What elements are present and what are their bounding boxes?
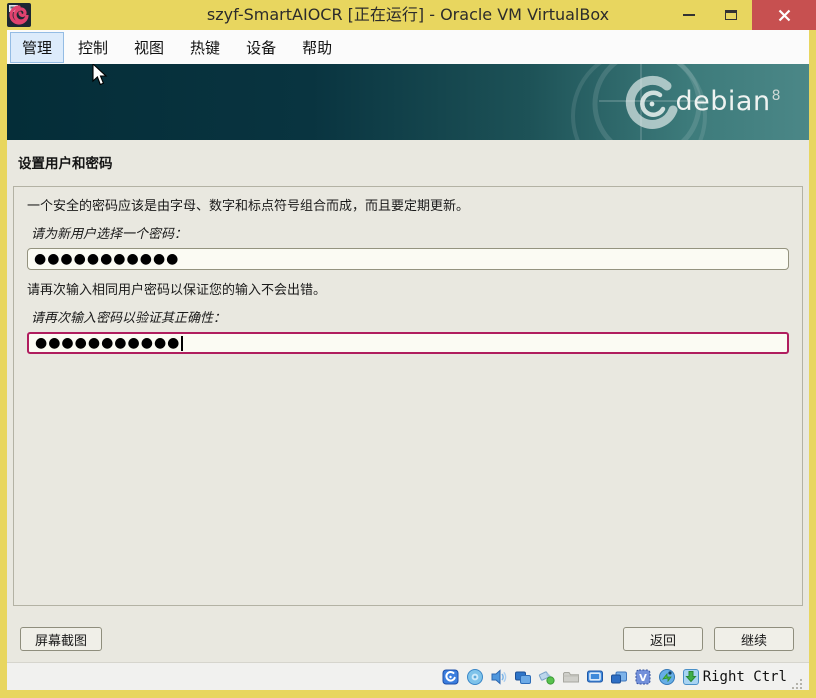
network-icon[interactable] xyxy=(513,667,533,687)
text-caret xyxy=(181,335,184,351)
installer-screen: 设置用户和密码 一个安全的密码应该是由字母、数字和标点符号组合而成，而且要定期更… xyxy=(7,140,809,662)
close-icon xyxy=(778,9,790,21)
audio-icon[interactable] xyxy=(489,667,509,687)
status-bar: V Right Ctrl xyxy=(7,662,809,690)
recording-icon[interactable] xyxy=(609,667,629,687)
menu-help[interactable]: 帮助 xyxy=(290,32,344,63)
page-title: 设置用户和密码 xyxy=(18,156,113,172)
confirm-password-input[interactable]: ●●●●●●●●●●● xyxy=(27,332,789,355)
password-intro-text: 一个安全的密码应该是由字母、数字和标点符号组合而成，而且要定期更新。 xyxy=(27,199,470,214)
mouse-integration-icon[interactable] xyxy=(657,667,677,687)
maximize-button[interactable] xyxy=(710,0,752,30)
screenshot-button[interactable]: 屏幕截图 xyxy=(20,627,103,651)
keyboard-capture-icon[interactable] xyxy=(681,667,701,687)
password-field-label: 请为新用户选择一个密码： xyxy=(31,227,188,243)
confirm-masked-value: ●●●●●●●●●●● xyxy=(35,335,181,352)
status-icons: V xyxy=(441,667,701,687)
minimize-button[interactable] xyxy=(668,0,710,30)
features-icon[interactable]: V xyxy=(633,667,653,687)
resize-grip[interactable] xyxy=(791,678,803,690)
menu-control[interactable]: 控制 xyxy=(66,32,120,63)
debian-brand-text: debian8 xyxy=(675,86,781,117)
close-button[interactable] xyxy=(752,0,816,30)
svg-text:V: V xyxy=(639,673,647,684)
menu-devices[interactable]: 设备 xyxy=(234,32,288,63)
menu-machine[interactable]: 管理 xyxy=(10,31,65,63)
menu-bar: 管理 控制 视图 热键 设备 帮助 xyxy=(7,30,809,64)
menu-hotkeys[interactable]: 热键 xyxy=(178,32,232,63)
confirm-field-label: 请再次输入密码以验证其正确性： xyxy=(31,311,227,327)
continue-button[interactable]: 继续 xyxy=(714,627,794,651)
mouse-cursor xyxy=(92,64,108,86)
display-icon[interactable] xyxy=(585,667,605,687)
title-bar: szyf-SmartAIOCR [正在运行] - Oracle VM Virtu… xyxy=(0,0,816,30)
back-button[interactable]: 返回 xyxy=(623,627,703,651)
password-masked-value: ●●●●●●●●●●● xyxy=(34,251,180,268)
optical-drive-icon[interactable] xyxy=(465,667,485,687)
confirm-intro-text: 请再次输入相同用户密码以保证您的输入不会出错。 xyxy=(27,283,327,299)
menu-view[interactable]: 视图 xyxy=(122,32,176,63)
password-form-group: 一个安全的密码应该是由字母、数字和标点符号组合而成，而且要定期更新。 请为新用户… xyxy=(13,186,803,606)
host-key-label: Right Ctrl xyxy=(702,668,787,685)
debian-banner: debian8 xyxy=(7,64,809,140)
shared-folder-icon[interactable] xyxy=(561,667,581,687)
button-row: 屏幕截图 返回 继续 xyxy=(20,626,794,652)
usb-icon[interactable] xyxy=(537,667,557,687)
hard-disk-icon[interactable] xyxy=(441,667,461,687)
password-input[interactable]: ●●●●●●●●●●● xyxy=(27,248,789,271)
virtualbox-window: szyf-SmartAIOCR [正在运行] - Oracle VM Virtu… xyxy=(0,0,816,698)
